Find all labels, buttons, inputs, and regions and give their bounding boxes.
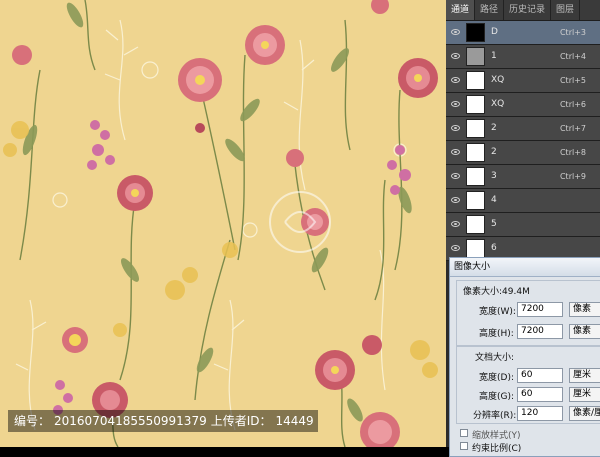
eye-icon[interactable]	[451, 245, 460, 251]
eye-icon[interactable]	[451, 173, 460, 179]
width-input[interactable]: 7200	[517, 302, 563, 317]
eye-icon[interactable]	[451, 77, 460, 83]
height-input[interactable]: 7200	[517, 324, 563, 339]
channel-thumbnail	[466, 239, 485, 258]
channel-name: D	[491, 27, 498, 37]
document-size-label: 文档大小:	[475, 353, 515, 363]
doc-height-label: 高度(G):	[479, 392, 515, 402]
constrain-label: 约束比例(C)	[472, 444, 522, 454]
panel-tabs: 通道 路径 历史记录 图层	[446, 0, 600, 21]
doc-width-unit-select[interactable]: 厘米	[569, 368, 600, 383]
dialog-title: 图像大小	[450, 258, 600, 277]
channel-row[interactable]: XQ Ctrl+5	[446, 69, 600, 93]
channel-name: 5	[491, 219, 497, 229]
channel-row[interactable]: 2 Ctrl+7	[446, 117, 600, 141]
watermark-bar: 编号： 20160704185550991379 上传者ID： 14449	[8, 410, 318, 432]
pixel-dimensions-label: 像素大小:49.4M	[463, 287, 530, 297]
channel-name: 4	[491, 195, 497, 205]
channel-row[interactable]: 4	[446, 189, 600, 213]
channel-shortcut: Ctrl+6	[559, 100, 586, 109]
channel-shortcut: Ctrl+8	[559, 148, 586, 157]
channel-shortcut: Ctrl+4	[559, 52, 586, 61]
channel-thumbnail	[466, 167, 485, 186]
eye-icon[interactable]	[451, 221, 460, 227]
channel-row[interactable]: XQ Ctrl+6	[446, 93, 600, 117]
width-unit-select[interactable]: 像素	[569, 302, 600, 317]
watermark-id-label: 编号：	[14, 414, 51, 428]
eye-icon[interactable]	[451, 125, 460, 131]
height-unit-select[interactable]: 像素	[569, 324, 600, 339]
watermark-id-value: 20160704185550991379	[54, 414, 207, 428]
channel-name: 1	[491, 51, 497, 61]
channel-thumbnail	[466, 191, 485, 210]
channel-row[interactable]: 1 Ctrl+4	[446, 45, 600, 69]
channel-row[interactable]: D Ctrl+3	[446, 21, 600, 45]
channel-row[interactable]: 5	[446, 213, 600, 237]
tab-layers[interactable]: 图层	[551, 0, 581, 20]
channel-thumbnail	[466, 215, 485, 234]
image-size-dialog: 图像大小 像素大小:49.4M 宽度(W): 7200 像素 高度(H): 72…	[449, 257, 600, 457]
channel-name: 2	[491, 147, 497, 157]
channel-shortcut: Ctrl+3	[559, 28, 586, 37]
doc-height-input[interactable]: 60	[517, 387, 563, 402]
tab-channels[interactable]: 通道	[446, 0, 476, 20]
channel-thumbnail	[466, 119, 485, 138]
doc-width-input[interactable]: 60	[517, 368, 563, 383]
resolution-input[interactable]: 120	[517, 406, 563, 421]
scale-styles-label: 缩放样式(Y)	[472, 431, 521, 441]
eye-icon[interactable]	[451, 29, 460, 35]
resolution-unit-select[interactable]: 像素/厘米	[569, 406, 600, 421]
eye-icon[interactable]	[451, 197, 460, 203]
channel-row[interactable]: 2 Ctrl+8	[446, 141, 600, 165]
channel-name: XQ	[491, 99, 505, 109]
floral-pattern	[3, 0, 438, 447]
image-canvas[interactable]: 编号： 20160704185550991379 上传者ID： 14449	[0, 0, 446, 447]
channel-thumbnail	[466, 47, 485, 66]
watermark-uploader-label: 上传者ID：	[210, 414, 272, 428]
channel-shortcut: Ctrl+9	[559, 172, 586, 181]
channel-shortcut: Ctrl+7	[559, 124, 586, 133]
eye-icon[interactable]	[451, 53, 460, 59]
constrain-checkbox[interactable]	[460, 442, 468, 450]
doc-height-unit-select[interactable]: 厘米	[569, 387, 600, 402]
channel-thumbnail	[466, 143, 485, 162]
document-size-group: 文档大小: 宽度(D): 60 厘米 高度(G): 60 厘米 分辨率(R): …	[456, 346, 600, 424]
channel-name: 3	[491, 171, 497, 181]
eye-icon[interactable]	[451, 149, 460, 155]
resolution-label: 分辨率(R):	[473, 411, 517, 421]
channel-shortcut: Ctrl+5	[559, 76, 586, 85]
pixel-dimensions-group: 像素大小:49.4M 宽度(W): 7200 像素 高度(H): 7200 像素	[456, 280, 600, 346]
channel-row[interactable]: 3 Ctrl+9	[446, 165, 600, 189]
height-label: 高度(H):	[479, 329, 514, 339]
channel-thumbnail	[466, 71, 485, 90]
eye-icon[interactable]	[451, 101, 460, 107]
scale-styles-checkbox[interactable]	[460, 429, 468, 437]
channel-name: XQ	[491, 75, 505, 85]
channel-name: 2	[491, 123, 497, 133]
doc-width-label: 宽度(D):	[479, 373, 514, 383]
width-label: 宽度(W):	[479, 307, 516, 317]
watermark-uploader-value: 14449	[275, 414, 314, 428]
channel-thumbnail	[466, 95, 485, 114]
tab-paths[interactable]: 路径	[475, 0, 505, 20]
tab-history[interactable]: 历史记录	[504, 0, 552, 20]
channel-thumbnail	[466, 23, 485, 42]
